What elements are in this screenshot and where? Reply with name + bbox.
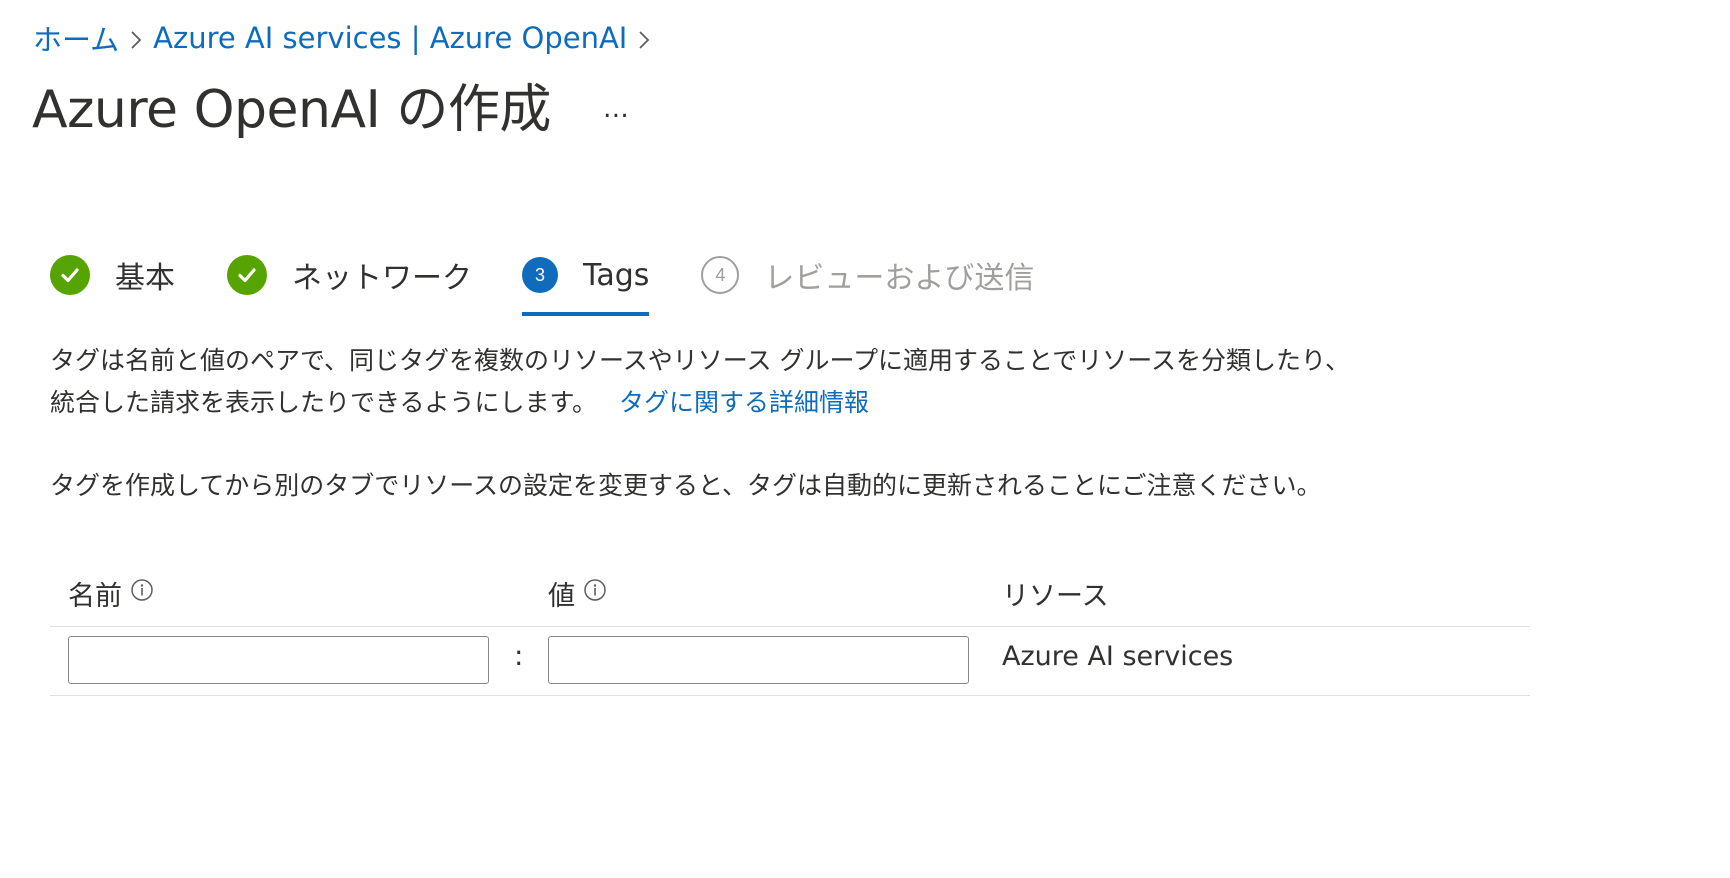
tag-value-input[interactable]: [548, 636, 969, 684]
step-number-icon: 3: [522, 257, 558, 293]
breadcrumb: ホーム Azure AI services | Azure OpenAI: [33, 16, 661, 60]
description-line: タグは名前と値のペアで、同じタグを複数のリソースやリソース グループに適用するこ…: [50, 346, 1350, 375]
info-icon[interactable]: [130, 578, 154, 602]
checkmark-icon: [227, 255, 267, 295]
step-network[interactable]: ネットワーク: [227, 250, 472, 300]
tag-name-input[interactable]: [68, 636, 489, 684]
step-tags[interactable]: 3 Tags: [522, 250, 650, 316]
tags-note: タグを作成してから別のタブでリソースの設定を変更すると、タグは自動的に更新される…: [50, 471, 1322, 500]
table-row: : Azure AI services: [50, 627, 1530, 696]
step-label: 基本: [115, 261, 175, 296]
info-icon[interactable]: [583, 578, 607, 602]
column-header-resource: リソース: [1002, 581, 1109, 612]
breadcrumb-azure-ai-services-link[interactable]: Azure AI services | Azure OpenAI: [153, 21, 627, 55]
learn-more-tags-link[interactable]: タグに関する詳細情報: [619, 388, 869, 417]
checkmark-icon: [50, 255, 90, 295]
step-number-icon: 4: [701, 256, 740, 294]
step-basics[interactable]: 基本: [50, 250, 175, 300]
description-text: 統合した請求を表示したりできるようにします。: [50, 388, 598, 417]
step-label: ネットワーク: [292, 261, 472, 296]
resource-cell: Azure AI services: [1002, 641, 1234, 672]
tags-description: タグは名前と値のペアで、同じタグを複数のリソースやリソース グループに適用するこ…: [50, 340, 1510, 424]
more-options-button[interactable]: …: [603, 94, 630, 124]
page-title: Azure OpenAI の作成: [32, 79, 551, 140]
title-row: Azure OpenAI の作成 …: [32, 68, 630, 140]
tag-table: 名前 値 リソース : Azure AI services: [50, 560, 1530, 696]
step-review-submit[interactable]: 4 レビューおよび送信: [701, 250, 1034, 300]
name-value-separator: :: [514, 639, 524, 672]
table-header: 名前 値 リソース: [50, 560, 1530, 627]
chevron-right-icon: [627, 21, 661, 55]
description-line-with-link: 統合した請求を表示したりできるようにします。 タグに関する詳細情報: [50, 382, 1510, 424]
breadcrumb-home-link[interactable]: ホーム: [33, 17, 119, 59]
chevron-right-icon: [119, 21, 153, 55]
step-label: Tags: [583, 257, 650, 293]
column-header-value: 値: [548, 574, 607, 613]
wizard-steps: 基本 ネットワーク 3 Tags 4 レビューおよび送信: [50, 250, 1034, 320]
column-header-name: 名前: [68, 574, 154, 613]
step-label: レビューおよび送信: [764, 261, 1035, 296]
